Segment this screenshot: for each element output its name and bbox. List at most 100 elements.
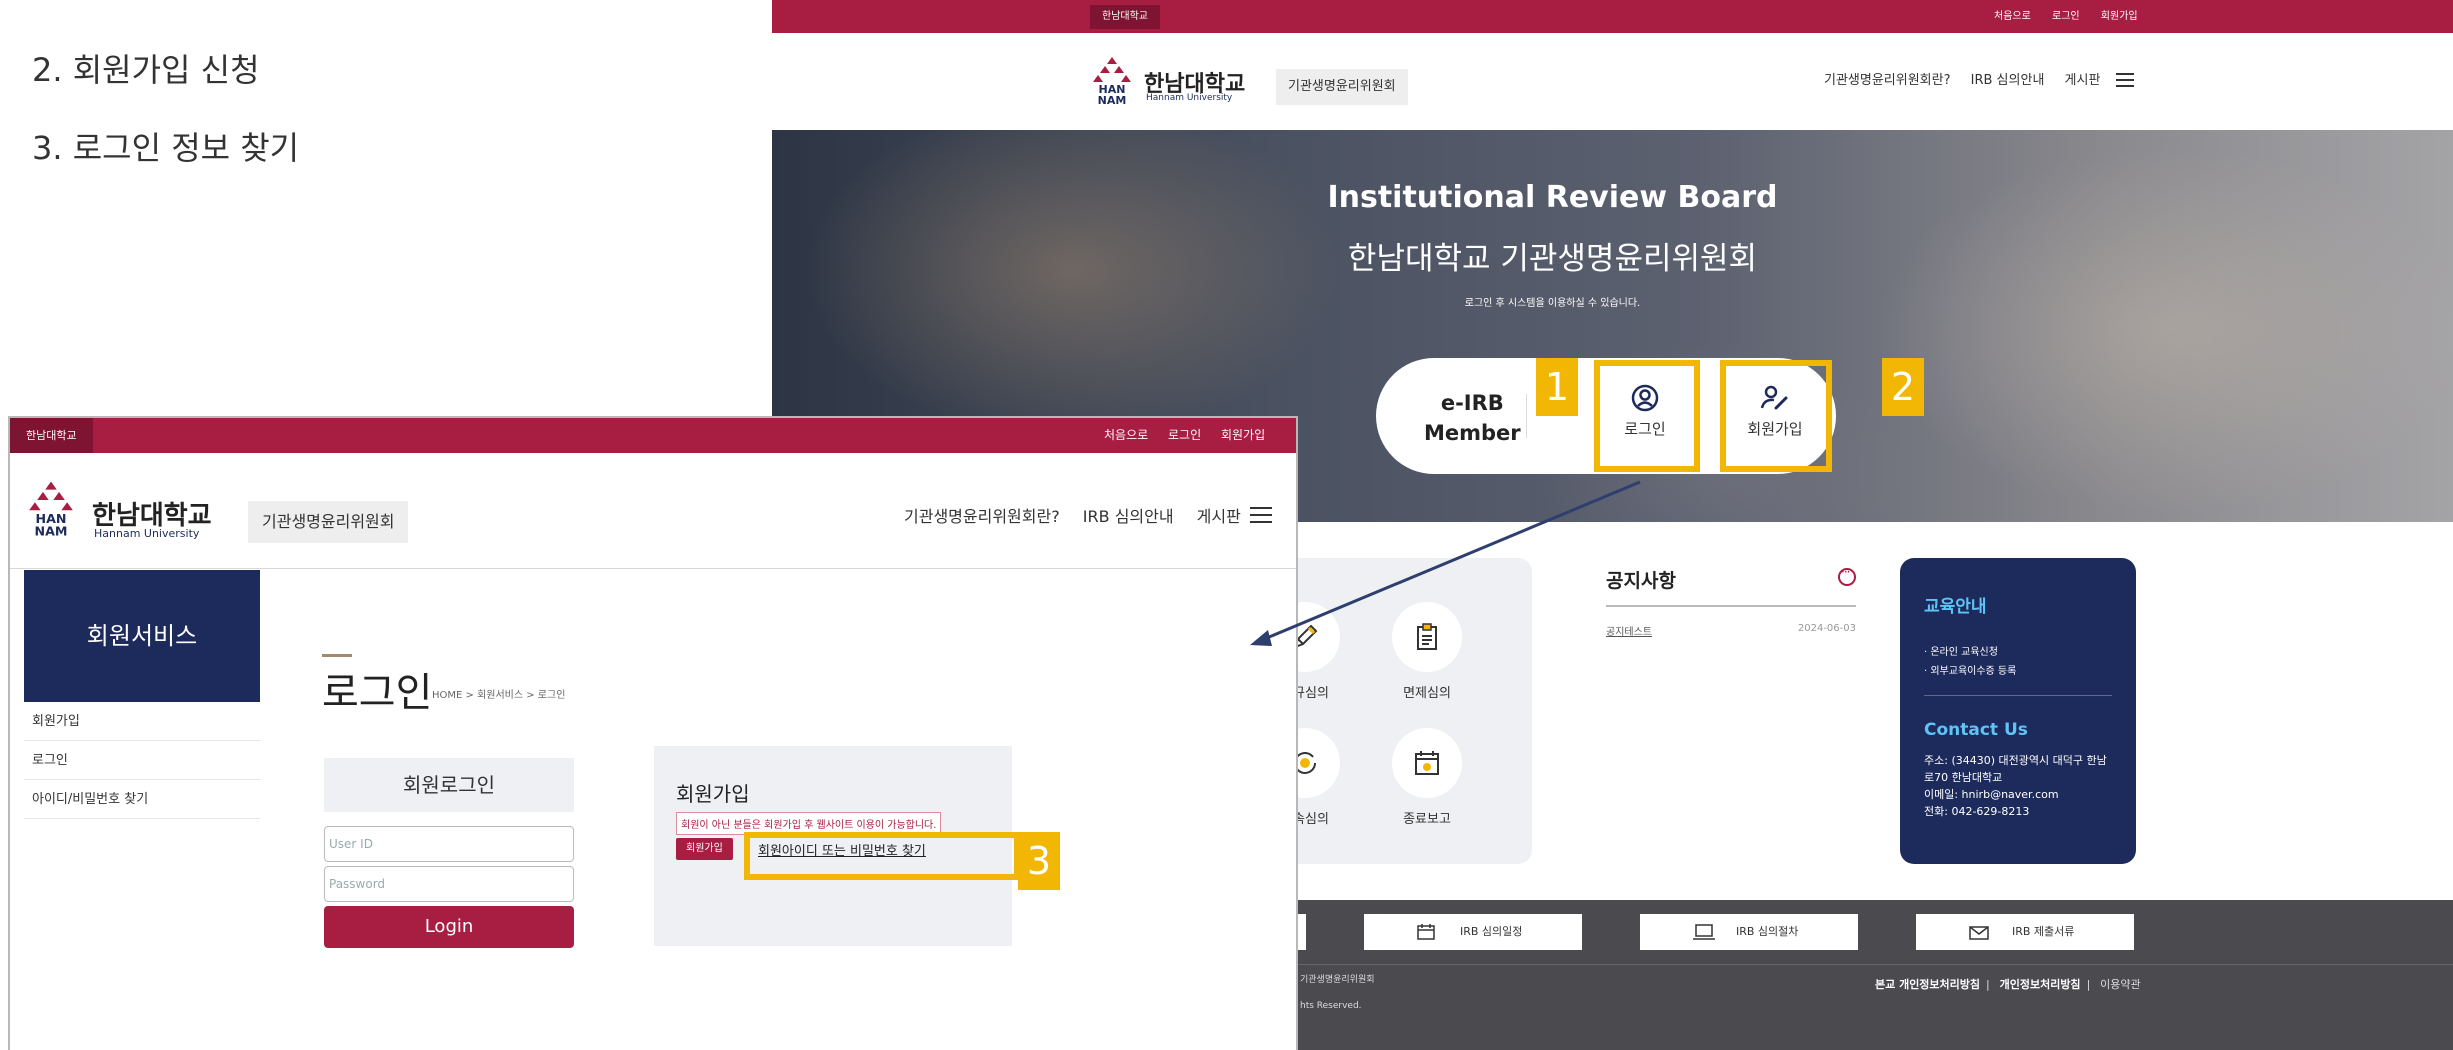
member-label: e-IRB Member: [1424, 388, 1521, 448]
svg-text:NAM: NAM: [1098, 94, 1127, 105]
login-nav-board[interactable]: 게시판: [1197, 507, 1241, 526]
login-button[interactable]: Login: [324, 906, 574, 948]
sidebar-item-login[interactable]: 로그인: [24, 741, 260, 780]
member-login-title: 회원로그인: [324, 758, 574, 812]
title-accent-bar: [322, 654, 352, 657]
nav-review-guide[interactable]: IRB 심의안내: [1971, 73, 2045, 88]
notice-section: 공지사항 공지테스트 2024-06-03: [1606, 565, 1856, 638]
member-label-line1: e-IRB: [1440, 391, 1504, 415]
footer-documents-label: IRB 제출서류: [2012, 925, 2075, 938]
step-3: 3. 로그인 정보 찾기: [32, 129, 300, 167]
edu-title: 교육안내: [1924, 597, 1987, 617]
svg-text:NAM: NAM: [35, 524, 68, 537]
top-utility-bar: 한남대학교 처음으로 로그인 회원가입: [772, 0, 2453, 33]
notice-title: 공지사항: [1606, 570, 1676, 592]
contact-title: Contact Us: [1924, 720, 2028, 740]
divider: [1526, 394, 1527, 438]
main-nav: 기관생명윤리위원회란? IRB 심의안내 게시판: [1824, 69, 2116, 88]
quick-final-report-label: 종료보고: [1403, 812, 1451, 827]
footer-policy-links: 본교 개인정보처리방침 | 개인정보처리방침 | 이용약관: [1875, 978, 2141, 991]
contact-phone: 전화: 042-629-8213: [1924, 805, 2030, 818]
quick-exempt-review-label: 면제심의: [1403, 686, 1451, 701]
password-input[interactable]: [324, 866, 574, 902]
notice-row-title[interactable]: 공지테스트: [1606, 623, 1652, 638]
highlight-number-1: 1: [1536, 358, 1578, 416]
login-signup-link[interactable]: 회원가입: [1221, 428, 1265, 442]
footer-schedule-button[interactable]: IRB 심의일정: [1364, 914, 1582, 950]
edu-divider: [1924, 695, 2112, 696]
more-icon[interactable]: [1838, 565, 1856, 586]
login-home-link[interactable]: 처음으로: [1104, 428, 1148, 442]
laptop-icon: [1693, 924, 1715, 940]
nav-about[interactable]: 기관생명윤리위원회란?: [1824, 73, 1951, 88]
mail-icon: [1969, 926, 1989, 940]
nav-board[interactable]: 게시판: [2065, 73, 2101, 88]
calendar-icon: [1415, 751, 1439, 775]
sidebar-title: 회원서비스: [24, 570, 260, 702]
notice-divider: [1606, 605, 1856, 607]
login-university-name-en: Hannam University: [94, 527, 200, 540]
utility-links: 처음으로 로그인 회원가입: [1994, 0, 2156, 33]
login-committee-chip: 기관생명윤리위원회: [248, 501, 409, 543]
member-login-box: 회원로그인 Login: [324, 758, 574, 948]
signup-button[interactable]: 회원가입: [676, 838, 733, 860]
breadcrumb: HOME > 회원서비스 > 로그인: [432, 690, 566, 701]
highlight-number-2: 2: [1882, 358, 1924, 416]
page-title: 로그인: [322, 670, 433, 716]
notice-row-date: 2024-06-03: [1797, 623, 1856, 634]
user-id-input[interactable]: [324, 826, 574, 862]
home-link[interactable]: 처음으로: [1994, 11, 2031, 22]
hero-heading: Institutional Review Board 한남대학교 기관생명윤리위…: [772, 180, 2453, 309]
hamburger-menu-icon[interactable]: [2116, 73, 2134, 87]
contact-email: 이메일: hnirb@naver.com: [1924, 788, 2059, 801]
quick-final-report[interactable]: 종료보고: [1382, 728, 1472, 827]
login-main-nav: 기관생명윤리위원회란? IRB 심의안내 게시판: [904, 503, 1259, 527]
step-2: 2. 회원가입 신청: [32, 51, 260, 89]
sidebar-item-signup[interactable]: 회원가입: [24, 702, 260, 741]
footer-documents-button[interactable]: IRB 제출서류: [1916, 914, 2134, 950]
hero-title-ko: 한남대학교 기관생명윤리위원회: [1347, 241, 1758, 277]
login-utility-links: 처음으로 로그인 회원가입: [1104, 418, 1281, 453]
login-university-tag[interactable]: 한남대학교: [10, 418, 93, 453]
member-label-line2: Member: [1424, 421, 1521, 445]
notice-row[interactable]: 공지테스트 2024-06-03: [1606, 623, 1856, 638]
footer-schedule-label: IRB 심의일정: [1460, 925, 1523, 938]
hero-description: 로그인 후 시스템을 이용하실 수 있습니다.: [1464, 298, 1641, 309]
hannam-logo-icon[interactable]: HAN NAM: [28, 479, 74, 541]
clipboard-icon: [1417, 623, 1437, 650]
calendar-icon: [1417, 924, 1435, 940]
login-nav-review-guide[interactable]: IRB 심의안내: [1083, 507, 1174, 526]
footer-copyright-2: hts Reserved.: [1300, 1001, 1362, 1011]
site-header: HAN NAM 한남대학교 Hannam University 기관생명윤리위원…: [772, 33, 2453, 130]
login-nav-about[interactable]: 기관생명윤리위원회란?: [904, 507, 1060, 526]
policy-terms-link[interactable]: 이용약관: [2100, 978, 2140, 991]
login-login-link[interactable]: 로그인: [1168, 428, 1201, 442]
education-panel: 교육안내 · 온라인 교육신청 · 외부교육이수증 등록 Contact Us …: [1900, 558, 2136, 864]
login-link[interactable]: 로그인: [2052, 11, 2080, 22]
login-page-screenshot: 한남대학교 처음으로 로그인 회원가입 HAN NAM 한남대학교 Hannam…: [8, 416, 1298, 1050]
policy-privacy-link[interactable]: 개인정보처리방침: [2000, 978, 2081, 991]
footer-copyright-1: 기관생명윤리위원회: [1300, 975, 1375, 985]
committee-chip: 기관생명윤리위원회: [1276, 69, 1408, 105]
hero-title-en: Institutional Review Board: [1327, 180, 1778, 215]
instruction-steps: 1. 회원정보 입력 후 로그인 2. 회원가입 신청 3. 로그인 정보 찾기: [32, 0, 408, 206]
highlight-number-3: 3: [1018, 832, 1060, 890]
signup-box-title: 회원가입: [676, 782, 750, 806]
login-site-header: HAN NAM 한남대학교 Hannam University 기관생명윤리위원…: [10, 453, 1296, 569]
signup-link[interactable]: 회원가입: [2101, 11, 2138, 22]
edu-online-link[interactable]: · 온라인 교육신청: [1924, 643, 2112, 658]
step-partial: 1. 회원정보 입력 후 로그인: [32, 0, 408, 50]
university-name-en: Hannam University: [1146, 93, 1233, 103]
sidebar-item-find-account[interactable]: 아이디/비밀번호 찾기: [24, 780, 260, 819]
contact-info: 주소: (34430) 대전광역시 대덕구 한남로70 한남대학교 이메일: h…: [1924, 752, 2112, 820]
quick-exempt-review[interactable]: 면제심의: [1382, 602, 1472, 701]
login-top-utility-bar: 한남대학교 처음으로 로그인 회원가입: [10, 418, 1296, 453]
policy-univ-link[interactable]: 본교 개인정보처리방침: [1875, 978, 1980, 991]
hannam-logo-icon[interactable]: HAN NAM: [1092, 55, 1132, 109]
university-tag[interactable]: 한남대학교: [1090, 5, 1160, 29]
contact-address: 주소: (34430) 대전광역시 대덕구 한남로70 한남대학교: [1924, 754, 2107, 784]
member-service-sidebar: 회원서비스 회원가입 로그인 아이디/비밀번호 찾기: [24, 570, 260, 819]
footer-procedure-button[interactable]: IRB 심의절차: [1640, 914, 1858, 950]
edu-external-link[interactable]: · 외부교육이수증 등록: [1924, 662, 2112, 677]
hamburger-menu-icon[interactable]: [1250, 507, 1272, 523]
